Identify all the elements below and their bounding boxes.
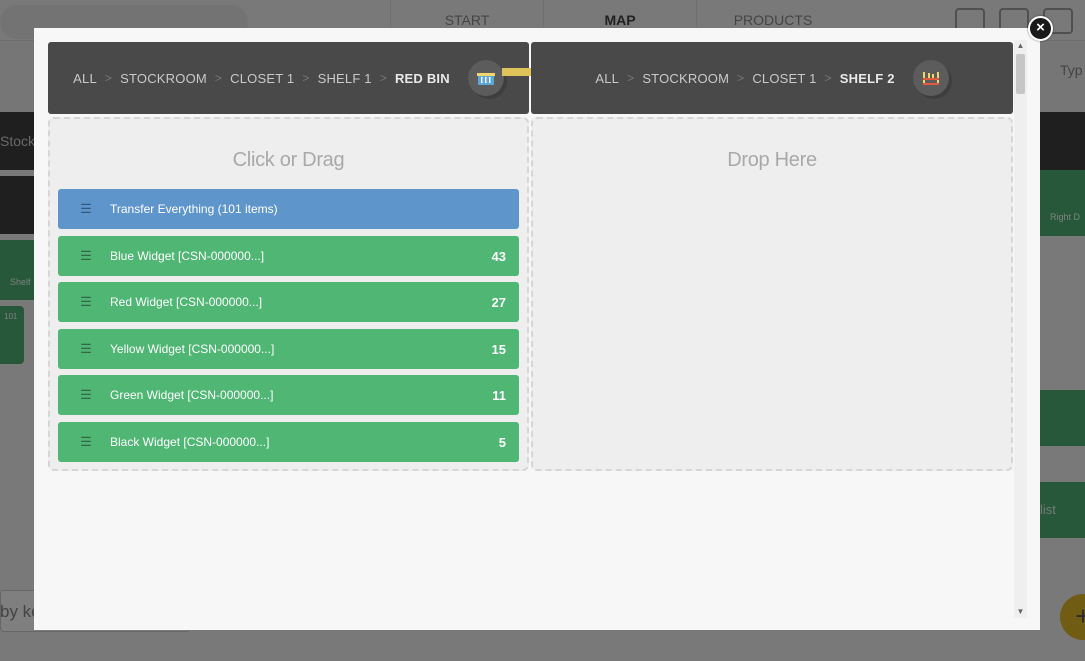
breadcrumb-current-location: RED BIN (394, 70, 450, 86)
bin-icon (467, 60, 504, 96)
transfer-everything-button[interactable]: ☰ Transfer Everything (101 items) (58, 189, 519, 229)
item-quantity: 27 (491, 294, 506, 310)
breadcrumb-separator: > (379, 71, 387, 85)
panel-title-click-or-drag: Click or Drag (232, 149, 345, 171)
drag-handle-icon[interactable]: ☰ (75, 387, 97, 403)
item-label: Transfer Everything (101 items) (110, 202, 278, 216)
destination-breadcrumb-bar: ALL > STOCKROOM > CLOSET 1 > SHELF 2 (531, 42, 1013, 114)
list-item[interactable]: ☰ Black Widget [CSN-000000...] 5 (58, 422, 519, 462)
breadcrumb-shelf[interactable]: SHELF 1 (318, 71, 372, 86)
item-label: Yellow Widget [CSN-000000...] (110, 342, 275, 356)
source-items-panel[interactable]: Click or Drag ☰ Transfer Everything (101… (48, 117, 529, 471)
item-quantity: 43 (491, 248, 506, 264)
drag-handle-icon[interactable]: ☰ (75, 294, 97, 310)
scroll-down-icon[interactable]: ▼ (1014, 606, 1027, 618)
item-quantity: 15 (491, 341, 506, 357)
modal-scrollbar[interactable]: ▲ ▼ (1014, 40, 1027, 618)
item-label: Red Widget [CSN-000000...] (110, 295, 263, 309)
breadcrumb-separator: > (627, 71, 635, 85)
item-label: Blue Widget [CSN-000000...] (110, 249, 265, 263)
list-item[interactable]: ☰ Blue Widget [CSN-000000...] 43 (58, 236, 519, 276)
breadcrumb-closet[interactable]: CLOSET 1 (752, 71, 816, 86)
item-quantity: 11 (492, 387, 506, 403)
source-breadcrumb-bar: ALL > STOCKROOM > CLOSET 1 > SHELF 1 > R… (48, 42, 529, 114)
breadcrumb-current-location: SHELF 2 (839, 70, 895, 86)
breadcrumb-stockroom[interactable]: STOCKROOM (120, 71, 207, 86)
scroll-thumb[interactable] (1016, 54, 1025, 94)
breadcrumb-separator: > (104, 71, 113, 85)
breadcrumb-all[interactable]: ALL (73, 71, 97, 86)
breadcrumb-closet[interactable]: CLOSET 1 (230, 71, 294, 86)
breadcrumb-separator: > (824, 71, 832, 85)
list-item[interactable]: ☰ Green Widget [CSN-000000...] 11 (58, 375, 519, 415)
breadcrumb-separator: > (302, 71, 310, 85)
close-button[interactable]: × (1028, 16, 1053, 41)
breadcrumb-separator: > (214, 71, 223, 85)
item-label: Green Widget [CSN-000000...] (110, 388, 274, 402)
drag-handle-icon[interactable]: ☰ (75, 341, 97, 357)
destination-breadcrumb: ALL > STOCKROOM > CLOSET 1 > SHELF 2 (595, 71, 894, 86)
drag-handle-icon[interactable]: ☰ (75, 248, 97, 264)
list-item[interactable]: ☰ Red Widget [CSN-000000...] 27 (58, 282, 519, 322)
scroll-up-icon[interactable]: ▲ (1014, 40, 1027, 52)
breadcrumb-stockroom[interactable]: STOCKROOM (642, 71, 729, 86)
list-item[interactable]: ☰ Yellow Widget [CSN-000000...] 15 (58, 329, 519, 369)
shelf-icon (912, 60, 949, 96)
drag-handle-icon[interactable]: ☰ (75, 434, 97, 450)
breadcrumb-all[interactable]: ALL (595, 71, 619, 86)
drag-handle-icon[interactable]: ☰ (75, 201, 97, 217)
source-breadcrumb: ALL > STOCKROOM > CLOSET 1 > SHELF 1 > R… (73, 71, 450, 86)
breadcrumb-separator: > (737, 71, 745, 85)
item-quantity: 5 (498, 434, 506, 450)
drop-zone-panel[interactable]: Drop Here (531, 117, 1013, 471)
panel-title-drop-here: Drop Here (727, 149, 817, 171)
item-label: Black Widget [CSN-000000...] (110, 435, 270, 449)
transfer-modal: ALL > STOCKROOM > CLOSET 1 > SHELF 1 > R… (34, 28, 1040, 630)
